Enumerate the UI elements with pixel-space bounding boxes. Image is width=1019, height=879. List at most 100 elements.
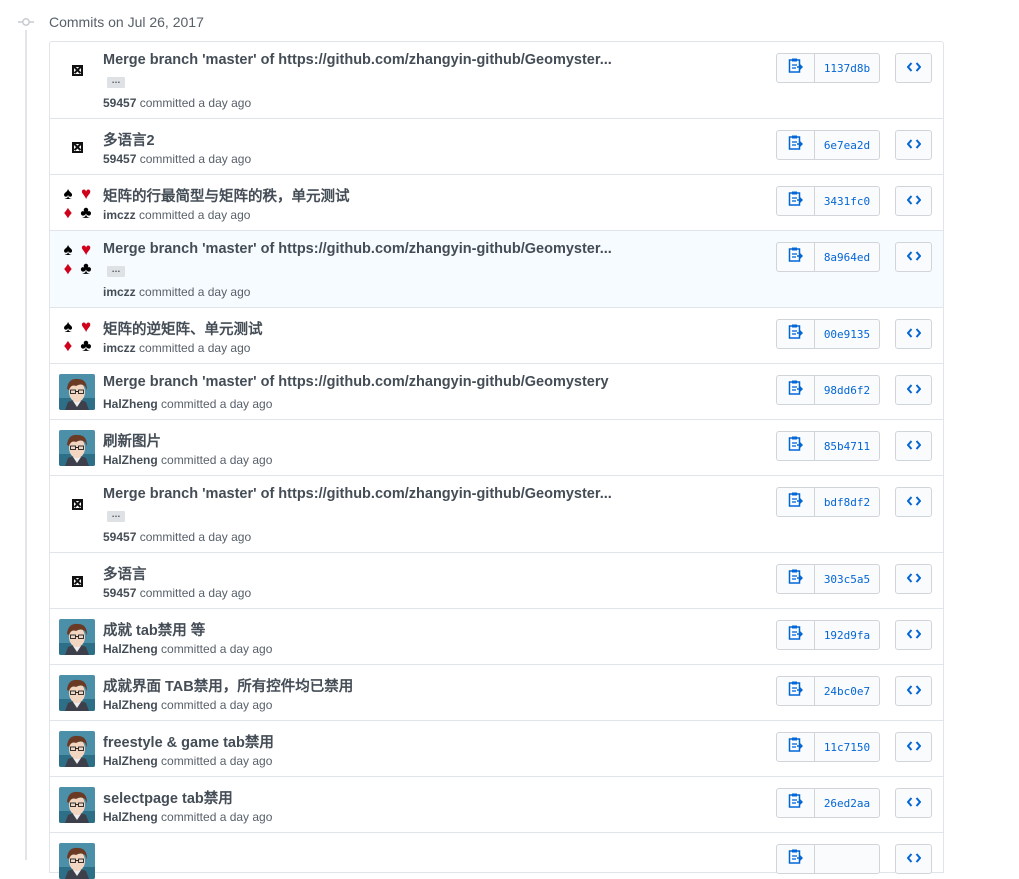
commit-sha-link[interactable]: 11c7150 <box>815 733 879 761</box>
commit-author[interactable]: HalZheng <box>103 810 158 824</box>
commit-sha-link[interactable]: 98dd6f2 <box>815 376 879 404</box>
avatar[interactable] <box>59 619 95 655</box>
copy-sha-button[interactable] <box>777 320 815 348</box>
browse-repo-button[interactable] <box>895 130 932 160</box>
sha-button-group: 3431fc0 <box>776 186 880 216</box>
commit-title[interactable]: Merge branch 'master' of https://github.… <box>103 241 612 257</box>
copy-sha-button[interactable] <box>777 845 815 873</box>
browse-repo-button[interactable] <box>895 564 932 594</box>
commit-title[interactable]: 成就界面 TAB禁用，所有控件均已禁用 <box>103 675 353 696</box>
copy-sha-button[interactable] <box>777 131 815 159</box>
commit-sha-link[interactable]: 192d9fa <box>815 621 879 649</box>
commit-sha-link[interactable]: 00e9135 <box>815 320 879 348</box>
commit-author[interactable]: HalZheng <box>103 453 158 467</box>
commit-title[interactable]: 矩阵的逆矩阵、单元测试 <box>103 318 263 339</box>
commit-row: Merge branch 'master' of https://github.… <box>50 42 943 119</box>
browse-repo-button[interactable] <box>895 242 932 272</box>
avatar[interactable] <box>59 843 95 879</box>
avatar[interactable]: ♠ ♥ ♦ ♣ <box>59 241 95 277</box>
commit-author[interactable]: HalZheng <box>103 698 158 712</box>
commit-title[interactable]: 多语言2 <box>103 129 155 150</box>
browse-repo-button[interactable] <box>895 53 932 83</box>
broken-image-icon <box>59 129 95 165</box>
commit-sha-link[interactable]: bdf8df2 <box>815 488 879 516</box>
copy-sha-button[interactable] <box>777 789 815 817</box>
commit-meta: HalZheng committed a day ago <box>103 453 272 467</box>
clipboard-icon <box>788 57 804 79</box>
copy-sha-button[interactable] <box>777 565 815 593</box>
commit-author[interactable]: 59457 <box>103 586 136 600</box>
avatar[interactable] <box>59 374 95 410</box>
browse-repo-button[interactable] <box>895 375 932 405</box>
commit-sha-link[interactable]: 26ed2aa <box>815 789 879 817</box>
commit-author[interactable]: imczz <box>103 341 136 355</box>
avatar[interactable] <box>59 430 95 466</box>
commit-title[interactable]: 多语言 <box>103 563 147 584</box>
browse-repo-button[interactable] <box>895 186 932 216</box>
copy-sha-button[interactable] <box>777 677 815 705</box>
commit-sha-link[interactable]: 6e7ea2d <box>815 131 879 159</box>
copy-sha-button[interactable] <box>777 187 815 215</box>
avatar[interactable]: ♠ ♥ ♦ ♣ <box>59 185 95 221</box>
expand-message-button[interactable]: … <box>107 510 125 522</box>
commit-title[interactable]: 刷新图片 <box>103 430 161 451</box>
commit-sha-link[interactable]: 1137d8b <box>815 54 879 82</box>
commit-author[interactable]: imczz <box>103 285 136 299</box>
avatar[interactable] <box>59 731 95 767</box>
commit-author[interactable]: 59457 <box>103 96 136 110</box>
copy-sha-button[interactable] <box>777 243 815 271</box>
browse-repo-button[interactable] <box>895 844 932 874</box>
commit-title[interactable]: Merge branch 'master' of https://github.… <box>103 52 612 68</box>
commit-sha-link[interactable]: 24bc0e7 <box>815 677 879 705</box>
clipboard-icon <box>788 792 804 814</box>
avatar[interactable] <box>59 129 95 165</box>
broken-image-icon <box>59 486 95 522</box>
commit-author[interactable]: HalZheng <box>103 642 158 656</box>
browse-repo-button[interactable] <box>895 676 932 706</box>
browse-repo-button[interactable] <box>895 732 932 762</box>
commit-title[interactable]: Merge branch 'master' of https://github.… <box>103 374 609 390</box>
avatar[interactable]: ♠ ♥ ♦ ♣ <box>59 318 95 354</box>
code-icon <box>906 437 921 455</box>
avatar[interactable] <box>59 52 95 88</box>
code-icon <box>906 738 921 756</box>
commit-title[interactable]: 矩阵的行最简型与矩阵的秩，单元测试 <box>103 185 350 206</box>
sha-button-group: 1137d8b <box>776 53 880 83</box>
commit-title[interactable]: 成就 tab禁用 等 <box>103 619 205 640</box>
copy-sha-button[interactable] <box>777 54 815 82</box>
copy-sha-button[interactable] <box>777 488 815 516</box>
commit-title[interactable]: Merge branch 'master' of https://github.… <box>103 486 612 502</box>
commit-sha-link[interactable] <box>815 845 879 873</box>
commit-title[interactable]: selectpage tab禁用 <box>103 787 233 808</box>
commit-sha-link[interactable]: 3431fc0 <box>815 187 879 215</box>
copy-sha-button[interactable] <box>777 621 815 649</box>
commit-author[interactable]: 59457 <box>103 530 136 544</box>
sha-button-group: 8a964ed <box>776 242 880 272</box>
browse-repo-button[interactable] <box>895 620 932 650</box>
commit-time: committed a day ago <box>161 810 273 824</box>
commit-author[interactable]: imczz <box>103 208 136 222</box>
expand-message-button[interactable]: … <box>107 76 125 88</box>
browse-repo-button[interactable] <box>895 319 932 349</box>
avatar[interactable] <box>59 675 95 711</box>
copy-sha-button[interactable] <box>777 733 815 761</box>
commit-row: 多语言 59457 committed a day ago 303c5a5 <box>50 553 943 609</box>
commit-sha-link[interactable]: 85b4711 <box>815 432 879 460</box>
browse-repo-button[interactable] <box>895 431 932 461</box>
commit-author[interactable]: HalZheng <box>103 754 158 768</box>
commit-title[interactable]: freestyle & game tab禁用 <box>103 731 274 752</box>
browse-repo-button[interactable] <box>895 487 932 517</box>
commit-author[interactable]: 59457 <box>103 152 136 166</box>
commit-sha-link[interactable]: 303c5a5 <box>815 565 879 593</box>
copy-sha-button[interactable] <box>777 376 815 404</box>
avatar[interactable] <box>59 787 95 823</box>
avatar[interactable] <box>59 486 95 522</box>
expand-message-button[interactable]: … <box>107 265 125 277</box>
timeline-line <box>25 30 27 860</box>
avatar[interactable] <box>59 563 95 599</box>
commit-sha-link[interactable]: 8a964ed <box>815 243 879 271</box>
copy-sha-button[interactable] <box>777 432 815 460</box>
clipboard-icon <box>788 680 804 702</box>
commit-author[interactable]: HalZheng <box>103 397 158 411</box>
browse-repo-button[interactable] <box>895 788 932 818</box>
